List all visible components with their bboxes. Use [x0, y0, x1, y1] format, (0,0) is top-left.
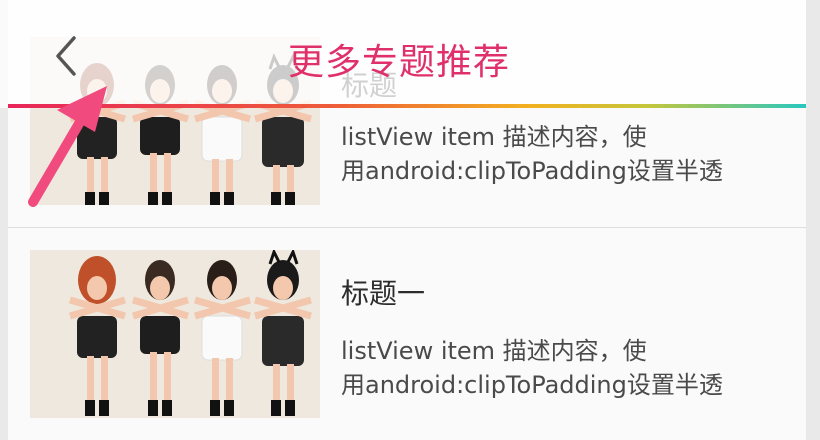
back-button[interactable]	[48, 30, 88, 82]
item-description: listView item 描述内容，使 用android:clipToPadd…	[341, 334, 791, 402]
chevron-left-icon	[56, 36, 76, 76]
item-title: 标题一	[341, 277, 426, 310]
item-description-line: listView item 描述内容，使	[341, 123, 647, 151]
header-accent-line	[8, 104, 806, 108]
item-description-line: 用android:clipToPadding设置半透	[341, 157, 723, 185]
item-description-line: 用android:clipToPadding设置半透	[341, 371, 723, 399]
item-description-line: listView item 描述内容，使	[341, 337, 647, 365]
screen: 标题 listView item 描述内容，使 用android:clipToP…	[0, 0, 820, 440]
page-title: 更多专题推荐	[288, 42, 511, 83]
group-photo-image	[30, 250, 320, 418]
item-thumbnail	[30, 250, 320, 418]
list-item[interactable]: 标题一 listView item 描述内容，使 用android:clipTo…	[8, 228, 806, 440]
annotation-arrow-icon	[28, 86, 107, 207]
item-description: listView item 描述内容，使 用android:clipToPadd…	[341, 120, 791, 188]
action-bar: 更多专题推荐	[0, 0, 806, 108]
